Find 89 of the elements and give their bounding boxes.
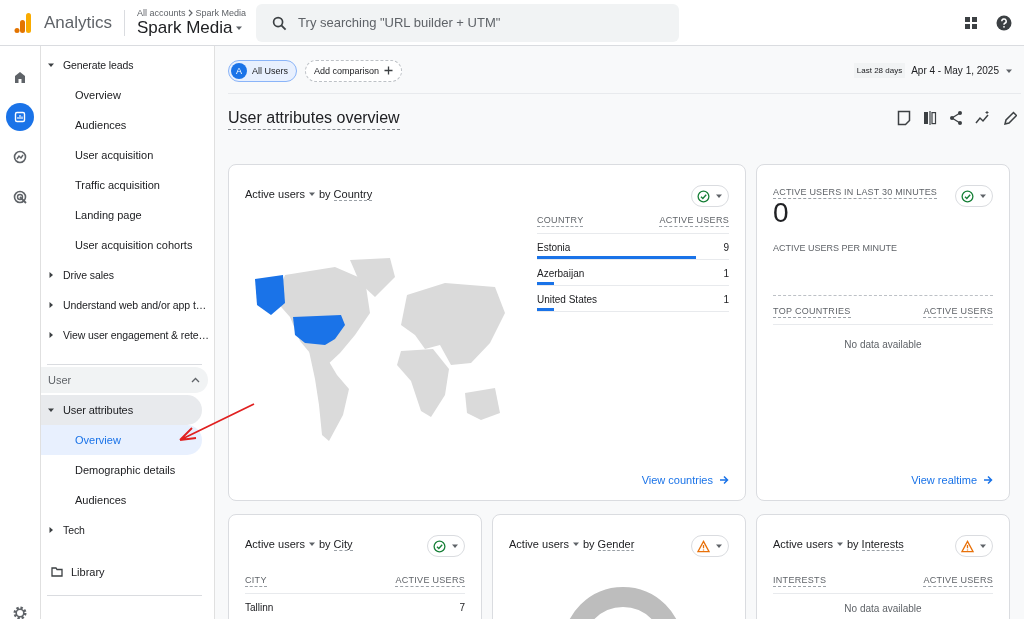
segment-chip[interactable]: A All Users (228, 59, 297, 82)
table-cell: 9 (723, 242, 729, 253)
dimension-label[interactable]: by Interests (846, 538, 904, 550)
column-header: COUNTRY (537, 215, 584, 227)
metric-label[interactable]: Active users (509, 538, 569, 550)
nav-item[interactable]: User acquisition (41, 140, 202, 170)
nav-item[interactable]: Audiences (41, 110, 202, 140)
view-link[interactable]: View realtime (911, 474, 993, 486)
status-button[interactable] (427, 535, 465, 557)
view-link[interactable]: View countries (641, 474, 729, 486)
nav-item[interactable]: Overview (41, 80, 202, 110)
nav-item[interactable]: Landing page (41, 200, 202, 230)
caret-icon (307, 540, 316, 548)
status-button[interactable] (691, 185, 729, 207)
compare-columns-icon[interactable] (923, 110, 937, 126)
plus-icon (384, 66, 394, 75)
table-cell: United States (537, 294, 598, 305)
chart-label: ACTIVE USERS PER MINUTE (773, 243, 899, 253)
pencil-icon[interactable] (1003, 110, 1017, 126)
search-field[interactable]: Try searching "URL builder + UTM" (256, 3, 680, 42)
empty-message: No data available (843, 603, 923, 614)
share-icon[interactable] (949, 110, 963, 126)
product-name: Analytics (44, 9, 126, 36)
column-header: ACTIVE USERS (659, 215, 729, 227)
table-cell: 1 (723, 268, 729, 279)
date-range-selector[interactable]: Apr 4 - May 1, 2025 (911, 65, 999, 76)
caret-icon (715, 192, 723, 200)
folder-icon (51, 567, 63, 577)
nav-group[interactable]: Generate leads (41, 50, 210, 80)
column-header: ACTIVE USERS (923, 306, 993, 318)
caret-icon (979, 192, 987, 200)
arrow-right-icon (719, 475, 729, 485)
table-cell: Estonia (537, 242, 571, 253)
nav-group[interactable]: Drive sales (41, 260, 210, 290)
apps-grid-icon[interactable] (964, 15, 978, 30)
caret-icon (451, 542, 459, 550)
chevron-icon (187, 8, 194, 17)
metric-label[interactable]: Active users (245, 188, 305, 200)
caret-icon (715, 542, 723, 550)
nav-group[interactable]: User attributes (41, 395, 202, 425)
metric-value: 0 (773, 197, 790, 229)
section-label: User (48, 374, 72, 386)
card-title: ACTIVE USERS IN LAST 30 MINUTES (773, 187, 938, 199)
note-icon[interactable] (897, 110, 911, 126)
table-cell: 7 (459, 602, 465, 613)
dimension-label[interactable]: by City (318, 538, 353, 550)
nav-item[interactable]: User acquisition cohorts (41, 230, 202, 260)
nav-group[interactable]: Understand web and/or app t… (41, 290, 210, 320)
breadcrumb-link[interactable]: Spark Media (195, 7, 247, 18)
table-cell: Azerbaijan (537, 268, 585, 279)
add-comparison-button[interactable]: Add comparison (305, 59, 403, 82)
nav-group[interactable]: View user engagement & rete… (41, 320, 210, 350)
caret-icon (307, 190, 316, 198)
page-title: User attributes overview (228, 108, 400, 130)
arrow-right-icon (983, 475, 993, 485)
status-button[interactable] (955, 535, 993, 557)
metric-label[interactable]: Active users (773, 538, 833, 550)
table-cell: Tallinn (245, 602, 274, 613)
breadcrumb-link[interactable]: All accounts (137, 7, 186, 18)
insights-icon[interactable] (975, 110, 991, 126)
property-selector[interactable]: Spark Media (137, 17, 247, 38)
nav-item[interactable]: Traffic acquisition (41, 170, 202, 200)
column-header: ACTIVE USERS (923, 575, 993, 587)
bar-chart-icon[interactable] (6, 103, 34, 131)
help-icon[interactable] (996, 14, 1012, 31)
dimension-label[interactable]: by Gender (582, 538, 635, 550)
column-header: INTERESTS (773, 575, 827, 587)
analytics-logo (14, 11, 32, 34)
dimension-label[interactable]: by Country (318, 188, 373, 200)
metric-label[interactable]: Active users (245, 538, 305, 550)
nav-item[interactable]: Demographic details (41, 455, 202, 485)
nav-item[interactable]: Overview (41, 425, 202, 455)
nav-group[interactable]: Tech (41, 515, 210, 545)
table-cell: 1 (723, 294, 729, 305)
caret-icon (571, 540, 580, 548)
section-header[interactable]: User (41, 367, 208, 393)
column-header: TOP COUNTRIES (773, 306, 851, 318)
search-icon (272, 15, 288, 31)
caret-icon (835, 540, 844, 548)
library-item[interactable]: Library (41, 557, 214, 587)
status-button[interactable] (955, 185, 993, 207)
status-button[interactable] (691, 535, 729, 557)
empty-message: No data available (843, 339, 923, 350)
column-header: CITY (245, 575, 267, 587)
date-preset-label: Last 28 days (853, 63, 906, 78)
settings-icon[interactable] (12, 605, 28, 619)
nav-item[interactable]: Audiences (41, 485, 202, 515)
caret-icon (979, 542, 987, 550)
column-header: ACTIVE USERS (395, 575, 465, 587)
